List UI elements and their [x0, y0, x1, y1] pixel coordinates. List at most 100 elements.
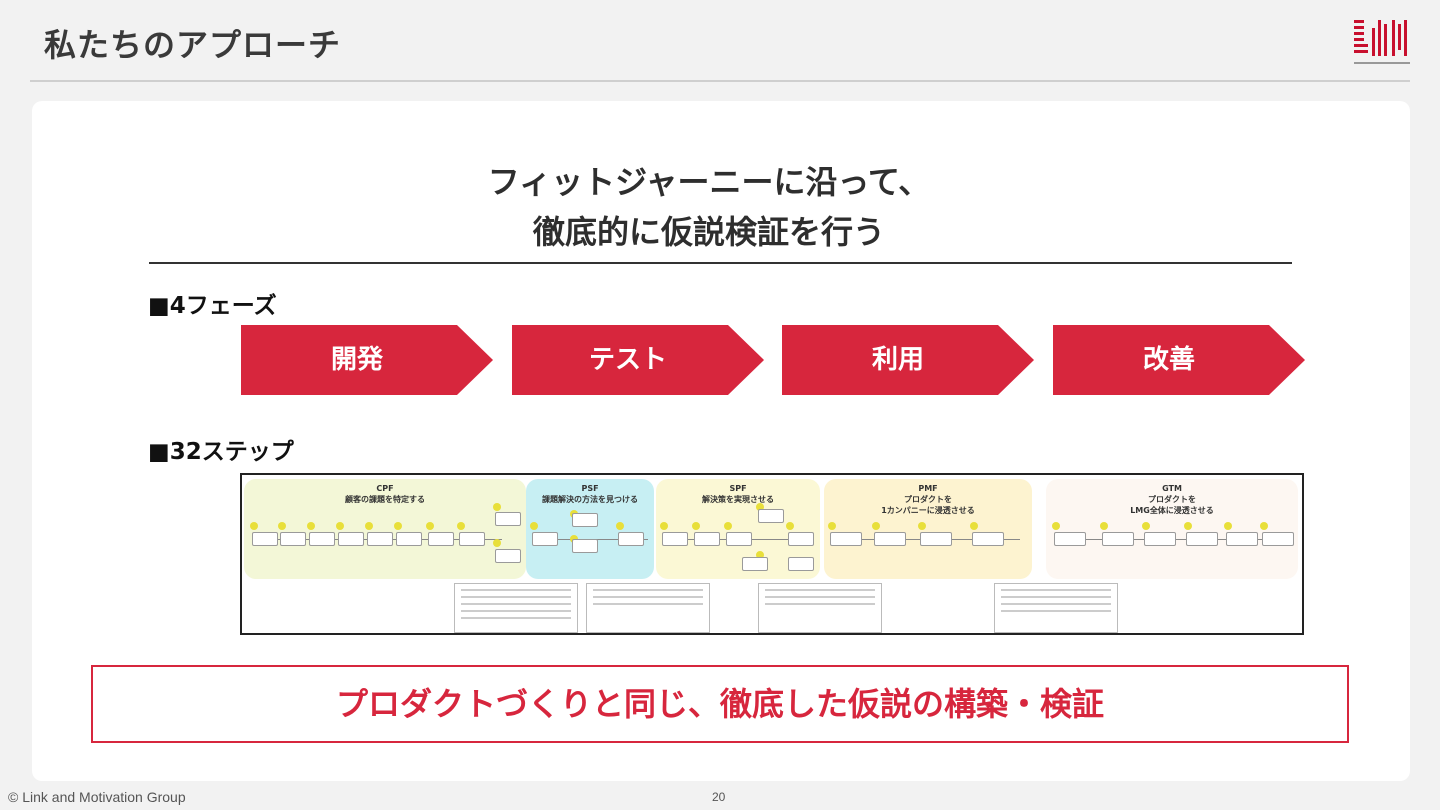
- stage-code: GTM: [1162, 484, 1182, 493]
- stage-psf: PSF 課題解決の方法を見つける: [526, 479, 654, 579]
- step-node: [396, 532, 422, 546]
- company-logo: [1354, 20, 1410, 64]
- stage-code: SPF: [729, 484, 747, 493]
- stage-title: 解決策を実現させる: [702, 495, 774, 504]
- step-marker: [616, 522, 624, 530]
- step-marker: [1142, 522, 1150, 530]
- step-node: [1102, 532, 1134, 546]
- page-title: 私たちのアプローチ: [44, 26, 342, 64]
- step-marker: [307, 522, 315, 530]
- step-node: [1144, 532, 1176, 546]
- headline-line-1: フィットジャーニーに沿って、: [487, 163, 931, 201]
- steps-label: ■32ステップ: [148, 439, 294, 465]
- step-node: [1186, 532, 1218, 546]
- stage-code: PSF: [581, 484, 599, 493]
- step-node: [367, 532, 393, 546]
- step-marker: [872, 522, 880, 530]
- step-marker: [493, 539, 501, 547]
- step-marker: [1184, 522, 1192, 530]
- step-marker: [724, 522, 732, 530]
- phase-label: 利用: [871, 345, 924, 375]
- headline-line-2: 徹底的に仮説検証を行う: [532, 213, 885, 251]
- stage-title: 課題解決の方法を見つける: [542, 495, 638, 504]
- stage-title-line-2: 1カンパニーに浸透させる: [881, 506, 975, 515]
- key-message-box: プロダクトづくりと同じ、徹底した仮説の構築・検証: [91, 665, 1349, 743]
- headline: フィットジャーニーに沿って、 徹底的に仮説検証を行う: [0, 157, 1418, 257]
- step-marker: [394, 522, 402, 530]
- step-node: [495, 549, 521, 563]
- step-marker: [426, 522, 434, 530]
- phase-label: テスト: [588, 345, 667, 375]
- completion-condition-box: [586, 583, 710, 633]
- phase-label: 開発: [330, 345, 383, 375]
- step-node: [874, 532, 906, 546]
- step-marker: [336, 522, 344, 530]
- phase-arrow-develop: 開発: [241, 325, 493, 395]
- phase-arrow-test: テスト: [512, 325, 764, 395]
- stage-cpf: CPF 顧客の課題を特定する: [244, 479, 526, 579]
- step-node: [572, 539, 598, 553]
- completion-condition-box: [758, 583, 882, 633]
- step-marker: [1260, 522, 1268, 530]
- step-marker: [786, 522, 794, 530]
- footer-copyright: © Link and Motivation Group: [8, 789, 186, 805]
- step-marker: [828, 522, 836, 530]
- steps-diagram: CPF 顧客の課題を特定する PSF 課題解決の方法を見つける SPF 解決策を…: [240, 473, 1304, 635]
- phase-arrow-use: 利用: [782, 325, 1034, 395]
- key-message: プロダクトづくりと同じ、徹底した仮説の構築・検証: [335, 685, 1104, 723]
- step-marker: [692, 522, 700, 530]
- stage-title-line-2: LMG全体に浸透させる: [1130, 506, 1214, 515]
- completion-condition-box: [454, 583, 578, 633]
- step-node: [495, 512, 521, 526]
- step-node: [1054, 532, 1086, 546]
- step-marker: [1224, 522, 1232, 530]
- stage-code: PMF: [918, 484, 938, 493]
- stage-gtm: GTM プロダクトを LMG全体に浸透させる: [1046, 479, 1298, 579]
- header-divider: [30, 80, 1410, 82]
- step-node: [532, 532, 558, 546]
- step-node: [758, 509, 784, 523]
- step-node: [694, 532, 720, 546]
- headline-divider: [149, 262, 1292, 264]
- stage-spf: SPF 解決策を実現させる: [656, 479, 820, 579]
- stage-title: 顧客の課題を特定する: [345, 495, 425, 504]
- step-node: [459, 532, 485, 546]
- phase-arrow-improve: 改善: [1053, 325, 1305, 395]
- step-node: [1226, 532, 1258, 546]
- step-marker: [918, 522, 926, 530]
- step-marker: [970, 522, 978, 530]
- stage-code: CPF: [376, 484, 394, 493]
- step-node: [788, 557, 814, 571]
- step-marker: [250, 522, 258, 530]
- step-marker: [365, 522, 373, 530]
- step-node: [920, 532, 952, 546]
- step-marker: [278, 522, 286, 530]
- stage-title-line-1: プロダクトを: [904, 495, 952, 504]
- page-number: 20: [712, 790, 726, 804]
- step-node: [309, 532, 335, 546]
- stage-title-line-1: プロダクトを: [1148, 495, 1196, 504]
- step-node: [726, 532, 752, 546]
- step-node: [618, 532, 644, 546]
- step-marker: [457, 522, 465, 530]
- step-node: [572, 513, 598, 527]
- step-node: [338, 532, 364, 546]
- step-node: [742, 557, 768, 571]
- stage-pmf: PMF プロダクトを 1カンパニーに浸透させる: [824, 479, 1032, 579]
- step-marker: [660, 522, 668, 530]
- step-node: [428, 532, 454, 546]
- step-node: [280, 532, 306, 546]
- phase-label: 改善: [1142, 345, 1195, 375]
- step-node: [252, 532, 278, 546]
- step-node: [788, 532, 814, 546]
- step-node: [1262, 532, 1294, 546]
- phases-label: ■4フェーズ: [148, 293, 277, 319]
- step-marker: [493, 503, 501, 511]
- step-node: [830, 532, 862, 546]
- completion-condition-box: [994, 583, 1118, 633]
- step-marker: [1100, 522, 1108, 530]
- step-marker: [530, 522, 538, 530]
- step-node: [662, 532, 688, 546]
- step-node: [972, 532, 1004, 546]
- step-marker: [1052, 522, 1060, 530]
